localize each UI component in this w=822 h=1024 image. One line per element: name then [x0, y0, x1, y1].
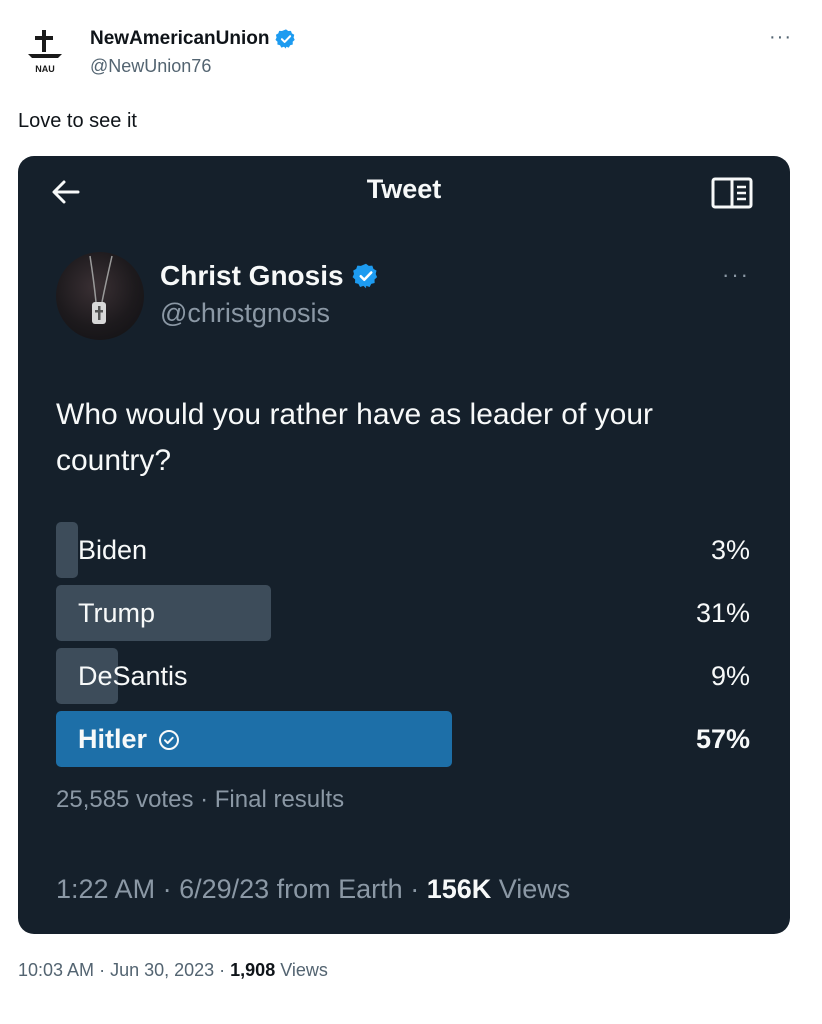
separator: · [94, 960, 111, 980]
nau-logo-avatar[interactable]: NAU [22, 28, 68, 76]
separator: · [402, 874, 427, 904]
poll-option: DeSantis 9% [56, 648, 750, 704]
poll-option: Trump 31% [56, 585, 750, 641]
outer-more-options-icon[interactable]: ··· [769, 26, 792, 49]
outer-name-row: NewAmericanUnion [90, 28, 297, 50]
verified-badge-icon [275, 29, 296, 49]
poll: Biden 3% Trump 31% DeSantis 9% Hitler 57% [56, 522, 750, 774]
poll-option: Hitler 57% [56, 711, 750, 767]
embed-name-row: Christ Gnosis [160, 260, 380, 292]
check-circle-icon [159, 729, 180, 750]
poll-option-label: Hitler [78, 724, 181, 755]
outer-tweet-header: NAU NewAmericanUnion @NewUnion76 ··· [22, 22, 802, 82]
poll-option-text: DeSantis [78, 661, 188, 691]
outer-views-count: 1,908 [230, 960, 276, 980]
outer-footer-date[interactable]: Jun 30, 2023 [110, 960, 214, 980]
embed-author-avatar[interactable] [56, 252, 144, 340]
poll-option-percent: 3% [710, 535, 750, 565]
outer-views-label: Views [275, 960, 328, 980]
outer-author-name[interactable]: NewAmericanUnion [90, 28, 269, 50]
embed-views-count: 156K [426, 874, 492, 904]
poll-option-label: Biden [78, 535, 147, 566]
embed-more-options-icon[interactable]: ··· [722, 262, 750, 288]
poll-option: Biden 3% [56, 522, 750, 578]
verified-badge-icon [352, 263, 377, 289]
poll-option-percent: 9% [710, 661, 750, 691]
outer-tweet-text: Love to see it [18, 110, 137, 132]
poll-option-label: DeSantis [78, 661, 188, 692]
outer-author-handle[interactable]: @NewUnion76 [90, 56, 211, 77]
embed-footer: 1:22 AM · 6/29/23 from Earth · 156K View… [56, 874, 570, 905]
poll-option-text: Biden [78, 535, 148, 565]
embedded-tweet-screenshot: Tweet Christ Gnosis @christgnosis ··· Wh… [18, 156, 790, 934]
poll-option-percent: 31% [695, 598, 750, 628]
embed-author-handle[interactable]: @christgnosis [160, 298, 330, 329]
poll-bar [56, 522, 78, 578]
reader-mode-icon[interactable] [710, 176, 754, 210]
embed-page-title: Tweet [366, 174, 442, 204]
poll-question: Who would you rather have as leader of y… [56, 398, 653, 477]
embed-footer-time[interactable]: 1:22 AM [56, 874, 155, 904]
embed-top-bar: Tweet [18, 156, 790, 226]
outer-tweet-footer: 10:03 AM · Jun 30, 2023 · 1,908 Views [18, 960, 328, 981]
separator: · [214, 960, 231, 980]
outer-footer-time[interactable]: 10:03 AM [18, 960, 94, 980]
poll-option-text: Trump [78, 598, 156, 628]
cross-necklace-image [89, 255, 113, 324]
separator: · [155, 874, 180, 904]
poll-meta: 25,585 votes · Final results [56, 786, 345, 813]
poll-option-text: Hitler [78, 724, 148, 754]
poll-option-label: Trump [78, 598, 155, 629]
poll-option-percent: 57% [695, 724, 750, 754]
embed-views-label: Views [491, 874, 571, 904]
logo-text: NAU [35, 64, 55, 74]
embed-author-name[interactable]: Christ Gnosis [160, 260, 344, 292]
cross-logo-icon: NAU [28, 30, 62, 74]
embed-footer-date[interactable]: 6/29/23 from Earth [179, 874, 403, 904]
